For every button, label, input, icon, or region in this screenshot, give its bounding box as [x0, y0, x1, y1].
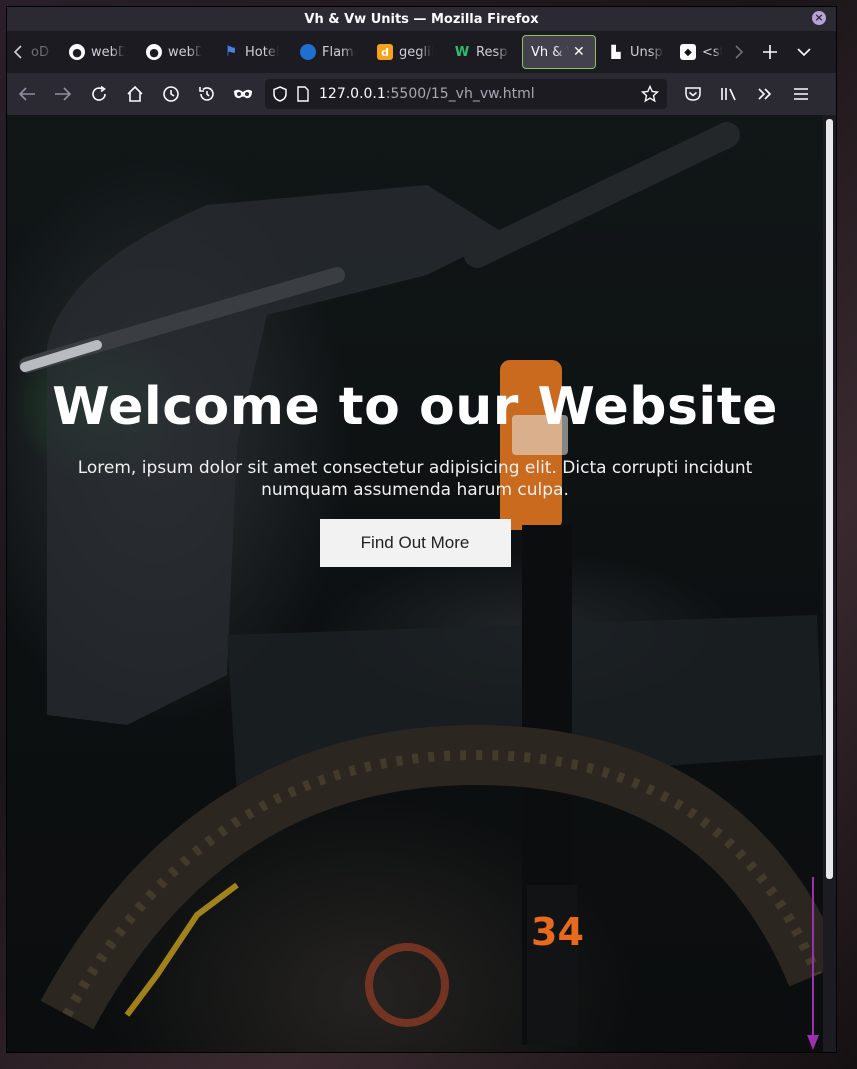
tab-label: Resp	[476, 44, 508, 60]
tab-label: <sty	[702, 44, 722, 60]
w-icon: W	[454, 44, 470, 60]
github-icon: ●	[69, 44, 85, 60]
nav-toolbar: 127.0.0.1:5500/15_vh_vw.html	[7, 73, 836, 115]
tab-6[interactable]: W Resp	[446, 35, 518, 69]
tab-label: oD	[31, 44, 49, 60]
flame-icon	[300, 44, 316, 60]
pocket-icon[interactable]	[679, 80, 707, 108]
tab-label: Hotel	[245, 44, 279, 60]
hero-text: Lorem, ipsum dolor sit amet consectetur …	[77, 458, 753, 500]
hero-title: Welcome to our Website	[52, 377, 778, 437]
close-window-icon[interactable]: ×	[812, 11, 826, 25]
close-tab-icon[interactable]: ✕	[573, 44, 585, 60]
page-viewport: 34 Welcome to our Website Lorem, ipsum d…	[7, 115, 823, 1052]
url-path: :5500/15_vh_vw.html	[385, 86, 535, 102]
restore-session-icon[interactable]	[193, 80, 221, 108]
reload-icon[interactable]	[85, 80, 113, 108]
dog-icon: ◆	[680, 44, 696, 60]
tab-label: webD	[168, 44, 202, 60]
tab-label: geglik	[399, 44, 433, 60]
title-bar: Vh & Vw Units — Mozilla Firefox ×	[7, 7, 836, 31]
github-icon: ●	[146, 44, 162, 60]
hero-section: Welcome to our Website Lorem, ipsum dolo…	[7, 115, 823, 1052]
home-icon[interactable]	[121, 80, 149, 108]
new-tab-icon[interactable]	[756, 38, 784, 66]
tab-5[interactable]: d geglik	[369, 35, 446, 69]
browser-window: Vh & Vw Units — Mozilla Firefox × oD ● w…	[7, 7, 836, 1052]
tab-0[interactable]: oD	[29, 35, 61, 69]
list-all-tabs-icon[interactable]	[790, 38, 818, 66]
tab-1[interactable]: ● webD	[61, 35, 138, 69]
overflow-chevrons-icon[interactable]	[751, 80, 779, 108]
library-icon[interactable]	[715, 80, 743, 108]
forward-icon[interactable]	[49, 80, 77, 108]
tab-8[interactable]: ▙ Unspl	[600, 35, 672, 69]
page-scrollbar[interactable]	[823, 115, 836, 1052]
url-host: 127.0.0.1	[319, 86, 386, 102]
tab-3[interactable]: ⚑ Hotel	[215, 35, 292, 69]
tab-9[interactable]: ◆ <sty	[672, 35, 730, 69]
hamburger-menu-icon[interactable]	[787, 80, 815, 108]
url-bar[interactable]: 127.0.0.1:5500/15_vh_vw.html	[265, 79, 667, 109]
shield-icon[interactable]	[273, 86, 287, 102]
d-icon: d	[377, 44, 393, 60]
tab-4[interactable]: Flame	[292, 35, 369, 69]
window-title: Vh & Vw Units — Mozilla Firefox	[304, 11, 539, 27]
private-mask-icon[interactable]	[229, 80, 257, 108]
unsplash-icon: ▙	[611, 45, 621, 59]
tab-scroll-left-icon[interactable]	[7, 38, 29, 66]
history-icon[interactable]	[157, 80, 185, 108]
tab-label: Flame	[322, 44, 356, 60]
tab-active[interactable]: Vh & V ✕	[522, 35, 596, 69]
find-out-more-button[interactable]: Find Out More	[319, 519, 511, 567]
page-info-icon[interactable]	[297, 86, 309, 102]
tab-scroll-right-icon[interactable]	[730, 38, 748, 66]
tab-label: Vh & V	[531, 44, 569, 60]
back-icon[interactable]	[13, 80, 41, 108]
tab-label: webD	[91, 44, 125, 60]
bookmark-star-icon[interactable]	[641, 85, 659, 103]
flag-icon: ⚑	[224, 44, 238, 60]
tab-bar: oD ● webD ● webD ⚑ Hotel Flame d geglik …	[7, 31, 836, 73]
tab-2[interactable]: ● webD	[138, 35, 215, 69]
tab-label: Unspl	[630, 44, 664, 60]
scrollbar-thumb[interactable]	[826, 119, 833, 879]
